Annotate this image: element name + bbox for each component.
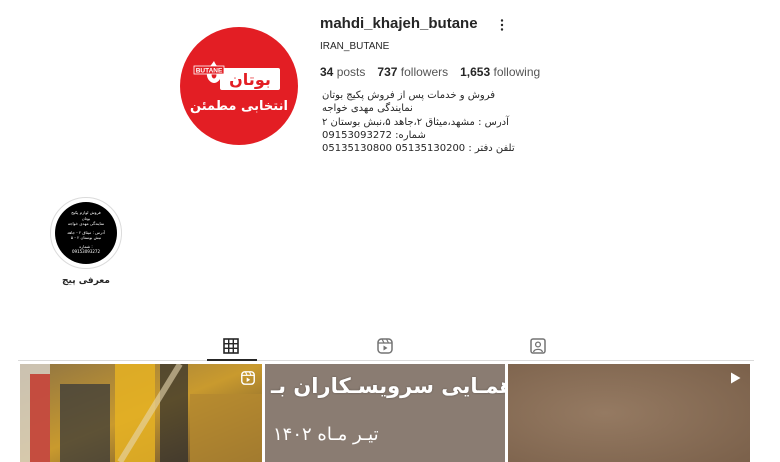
bio-line: نمایندگی مهدی خواجه xyxy=(322,103,413,115)
highlight-label: معرفی پیج xyxy=(62,276,110,286)
followers-count: 737 xyxy=(377,65,398,79)
active-tab-indicator xyxy=(207,359,257,361)
posts-count: 34 xyxy=(320,65,334,79)
tab-divider xyxy=(18,360,754,361)
highlight-cover-text: 09153093272 xyxy=(72,249,100,254)
more-options-icon[interactable] xyxy=(497,18,507,32)
logo-latin-text: BUTANE xyxy=(196,68,223,75)
post-image xyxy=(20,364,262,462)
profile-username: mahdi_khajeh_butane xyxy=(320,15,478,32)
highlight-cover: فروش لوازم پکیج بوتان نمایندگی مهدی خواج… xyxy=(55,202,117,264)
highlight-cover-text: ۵ - نبش بوستان ۲ xyxy=(70,235,102,240)
profile-avatar[interactable]: BUTANE بوتان انتخابی مطمئن xyxy=(180,27,298,145)
followers-stat[interactable]: 737 followers xyxy=(377,65,448,79)
tagged-icon xyxy=(530,338,546,354)
profile-bio: فروش و خدمات پس از فروش پکیج بوتان نماین… xyxy=(322,89,542,155)
avatar-tagline: انتخابی مطمئن xyxy=(190,99,288,114)
bio-line: فروش و خدمات پس از فروش پکیج بوتان xyxy=(322,90,496,101)
highlight-cover-text: فروش لوازم پکیج xyxy=(71,210,101,215)
tab-tagged[interactable] xyxy=(529,337,547,355)
post-image xyxy=(508,364,750,462)
play-icon xyxy=(731,372,741,384)
profile-stats: 34 posts 737 followers 1,653 following xyxy=(320,65,552,79)
story-highlight[interactable]: فروش لوازم پکیج بوتان نمایندگی مهدی خواج… xyxy=(50,197,122,269)
post-overlay-title: دهمـایی سرویسـکاران بـ xyxy=(271,374,505,398)
post-thumbnail[interactable]: دهمـایی سرویسـکاران بـ تیـر مـاه ۱۴۰۲ xyxy=(265,364,505,462)
tab-posts[interactable] xyxy=(222,337,240,355)
following-label: following xyxy=(493,65,541,79)
reels-icon xyxy=(241,371,255,385)
bio-line: شماره: 09153093272 xyxy=(322,129,426,141)
profile-full-name: IRAN_BUTANE xyxy=(320,41,390,52)
grid-icon xyxy=(223,338,239,354)
posts-label: posts xyxy=(336,65,366,79)
post-overlay-date: تیـر مـاه ۱۴۰۲ xyxy=(273,424,379,445)
highlight-cover-text: نمایندگی مهدی خواجه xyxy=(67,221,105,226)
tab-reels[interactable] xyxy=(376,337,394,355)
post-thumbnail[interactable] xyxy=(508,364,750,462)
reels-icon xyxy=(377,338,393,354)
posts-stat: 34 posts xyxy=(320,65,365,79)
post-thumbnail[interactable] xyxy=(20,364,262,462)
following-count: 1,653 xyxy=(460,65,491,79)
bio-line: آدرس : مشهد،میثاق ۲،جاهد ۵،نبش بوستان ۲ xyxy=(322,116,509,128)
followers-label: followers xyxy=(400,65,449,79)
logo-persian-text: بوتان xyxy=(229,70,271,89)
bio-line: تلفن دفتر : 05135130200 05135130800 xyxy=(322,143,515,155)
butane-logo: BUTANE بوتان xyxy=(192,58,284,94)
following-stat[interactable]: 1,653 following xyxy=(460,65,540,79)
